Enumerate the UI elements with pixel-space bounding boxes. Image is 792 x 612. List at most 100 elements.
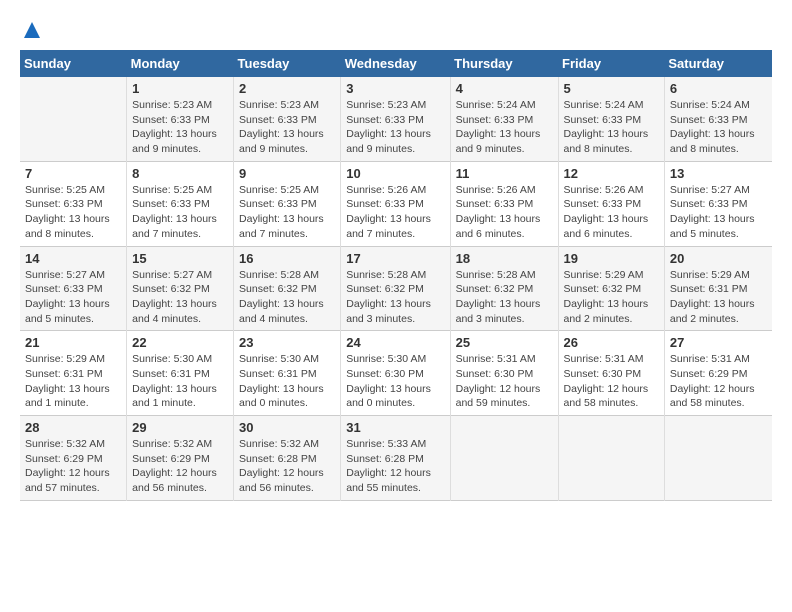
day-number: 25 [456,335,553,350]
calendar-cell: 17Sunrise: 5:28 AM Sunset: 6:32 PM Dayli… [341,246,450,331]
calendar-cell: 22 Sunrise: 5:30 AM Sunset: 6:31 PM Dayli… [127,331,234,416]
calendar-cell: 20 Sunrise: 5:29 AM Sunset: 6:31 PM Dayli… [664,246,772,331]
calendar-cell: 7 Sunrise: 5:25 AM Sunset: 6:33 PM Daylig… [20,161,127,246]
calendar-cell: 1 Sunrise: 5:23 AM Sunset: 6:33 PM Daylig… [127,77,234,161]
calendar-cell: 12Sunrise: 5:26 AM Sunset: 6:33 PM Dayli… [558,161,664,246]
day-number: 23 [239,335,335,350]
calendar-cell: 31 Sunrise: 5:33 AM Sunset: 6:28 PM Dayli… [341,416,450,501]
calendar-week-row: 14 Sunrise: 5:27 AM Sunset: 6:33 PM Dayli… [20,246,772,331]
day-number: 16 [239,251,335,266]
calendar-week-row: 7 Sunrise: 5:25 AM Sunset: 6:33 PM Daylig… [20,161,772,246]
day-info: Sunrise: 5:27 AM Sunset: 6:33 PM Dayligh… [670,183,767,242]
day-info: Sunrise: 5:25 AM Sunset: 6:33 PM Dayligh… [239,183,335,242]
calendar-week-row: 21Sunrise: 5:29 AM Sunset: 6:31 PM Dayli… [20,331,772,416]
day-number: 5 [564,81,659,96]
day-info: Sunrise: 5:27 AM Sunset: 6:33 PM Dayligh… [25,268,121,327]
calendar-cell: 21Sunrise: 5:29 AM Sunset: 6:31 PM Dayli… [20,331,127,416]
day-number: 4 [456,81,553,96]
column-header-monday: Monday [127,50,234,77]
calendar-cell: 6Sunrise: 5:24 AM Sunset: 6:33 PM Daylig… [664,77,772,161]
calendar-table: SundayMondayTuesdayWednesdayThursdayFrid… [20,50,772,501]
logo-icon [22,20,42,40]
calendar-cell: 9 Sunrise: 5:25 AM Sunset: 6:33 PM Daylig… [234,161,341,246]
calendar-cell: 18 Sunrise: 5:28 AM Sunset: 6:32 PM Dayli… [450,246,558,331]
day-number: 18 [456,251,553,266]
day-number: 3 [346,81,444,96]
day-info: Sunrise: 5:26 AM Sunset: 6:33 PM Dayligh… [346,183,444,242]
day-info: Sunrise: 5:23 AM Sunset: 6:33 PM Dayligh… [132,98,228,157]
day-number: 27 [670,335,767,350]
calendar-cell [558,416,664,501]
calendar-cell: 24 Sunrise: 5:30 AM Sunset: 6:30 PM Dayli… [341,331,450,416]
calendar-cell: 30 Sunrise: 5:32 AM Sunset: 6:28 PM Dayli… [234,416,341,501]
calendar-cell: 8Sunrise: 5:25 AM Sunset: 6:33 PM Daylig… [127,161,234,246]
day-number: 22 [132,335,228,350]
calendar-cell: 2Sunrise: 5:23 AM Sunset: 6:33 PM Daylig… [234,77,341,161]
day-info: Sunrise: 5:27 AM Sunset: 6:32 PM Dayligh… [132,268,228,327]
calendar-cell: 28 Sunrise: 5:32 AM Sunset: 6:29 PM Dayli… [20,416,127,501]
calendar-cell: 10 Sunrise: 5:26 AM Sunset: 6:33 PM Dayli… [341,161,450,246]
day-number: 31 [346,420,444,435]
day-number: 30 [239,420,335,435]
column-header-saturday: Saturday [664,50,772,77]
day-info: Sunrise: 5:31 AM Sunset: 6:30 PM Dayligh… [456,352,553,411]
calendar-cell: 29 Sunrise: 5:32 AM Sunset: 6:29 PM Dayli… [127,416,234,501]
calendar-cell: 25 Sunrise: 5:31 AM Sunset: 6:30 PM Dayli… [450,331,558,416]
day-number: 12 [564,166,659,181]
column-header-tuesday: Tuesday [234,50,341,77]
calendar-header-row: SundayMondayTuesdayWednesdayThursdayFrid… [20,50,772,77]
column-header-wednesday: Wednesday [341,50,450,77]
day-info: Sunrise: 5:28 AM Sunset: 6:32 PM Dayligh… [239,268,335,327]
day-info: Sunrise: 5:30 AM Sunset: 6:31 PM Dayligh… [239,352,335,411]
day-info: Sunrise: 5:28 AM Sunset: 6:32 PM Dayligh… [346,268,444,327]
day-info: Sunrise: 5:29 AM Sunset: 6:31 PM Dayligh… [670,268,767,327]
day-number: 21 [25,335,121,350]
day-number: 9 [239,166,335,181]
day-number: 11 [456,166,553,181]
calendar-cell [664,416,772,501]
day-info: Sunrise: 5:30 AM Sunset: 6:31 PM Dayligh… [132,352,228,411]
day-info: Sunrise: 5:25 AM Sunset: 6:33 PM Dayligh… [25,183,121,242]
day-number: 15 [132,251,228,266]
day-number: 6 [670,81,767,96]
day-number: 24 [346,335,444,350]
calendar-cell: 27 Sunrise: 5:31 AM Sunset: 6:29 PM Dayli… [664,331,772,416]
day-number: 10 [346,166,444,181]
calendar-cell: 11 Sunrise: 5:26 AM Sunset: 6:33 PM Dayli… [450,161,558,246]
calendar-cell: 16 Sunrise: 5:28 AM Sunset: 6:32 PM Dayli… [234,246,341,331]
day-info: Sunrise: 5:24 AM Sunset: 6:33 PM Dayligh… [456,98,553,157]
column-header-thursday: Thursday [450,50,558,77]
day-number: 20 [670,251,767,266]
day-number: 2 [239,81,335,96]
day-info: Sunrise: 5:29 AM Sunset: 6:32 PM Dayligh… [564,268,659,327]
day-number: 14 [25,251,121,266]
day-number: 13 [670,166,767,181]
calendar-cell: 3 Sunrise: 5:23 AM Sunset: 6:33 PM Daylig… [341,77,450,161]
day-number: 19 [564,251,659,266]
day-info: Sunrise: 5:33 AM Sunset: 6:28 PM Dayligh… [346,437,444,496]
calendar-cell: 14 Sunrise: 5:27 AM Sunset: 6:33 PM Dayli… [20,246,127,331]
calendar-cell: 26Sunrise: 5:31 AM Sunset: 6:30 PM Dayli… [558,331,664,416]
day-info: Sunrise: 5:25 AM Sunset: 6:33 PM Dayligh… [132,183,228,242]
day-info: Sunrise: 5:31 AM Sunset: 6:30 PM Dayligh… [564,352,659,411]
calendar-cell: 4 Sunrise: 5:24 AM Sunset: 6:33 PM Daylig… [450,77,558,161]
day-info: Sunrise: 5:31 AM Sunset: 6:29 PM Dayligh… [670,352,767,411]
calendar-cell: 19 Sunrise: 5:29 AM Sunset: 6:32 PM Dayli… [558,246,664,331]
day-number: 1 [132,81,228,96]
day-number: 29 [132,420,228,435]
day-info: Sunrise: 5:30 AM Sunset: 6:30 PM Dayligh… [346,352,444,411]
day-info: Sunrise: 5:28 AM Sunset: 6:32 PM Dayligh… [456,268,553,327]
day-info: Sunrise: 5:32 AM Sunset: 6:29 PM Dayligh… [132,437,228,496]
calendar-cell: 13 Sunrise: 5:27 AM Sunset: 6:33 PM Dayli… [664,161,772,246]
day-info: Sunrise: 5:23 AM Sunset: 6:33 PM Dayligh… [346,98,444,157]
day-info: Sunrise: 5:32 AM Sunset: 6:29 PM Dayligh… [25,437,121,496]
calendar-cell: 5Sunrise: 5:24 AM Sunset: 6:33 PM Daylig… [558,77,664,161]
day-number: 28 [25,420,121,435]
day-info: Sunrise: 5:32 AM Sunset: 6:28 PM Dayligh… [239,437,335,496]
day-info: Sunrise: 5:26 AM Sunset: 6:33 PM Dayligh… [456,183,553,242]
calendar-cell: 23 Sunrise: 5:30 AM Sunset: 6:31 PM Dayli… [234,331,341,416]
page-header [20,20,772,40]
calendar-cell [450,416,558,501]
column-header-sunday: Sunday [20,50,127,77]
day-number: 7 [25,166,121,181]
